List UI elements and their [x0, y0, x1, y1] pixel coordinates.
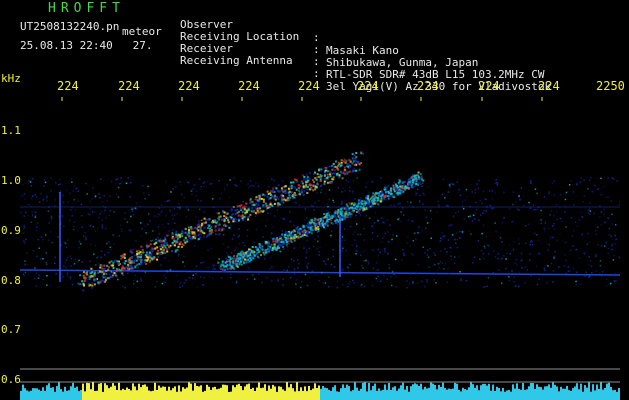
x-tick-label: 224: [298, 79, 320, 93]
x-tick-label: 224: [57, 79, 79, 93]
app-title: HROFFT: [48, 1, 125, 16]
reference-lines: [20, 206, 620, 383]
y-tick-label: 1.0: [1, 174, 21, 187]
x-tick-label: 224: [417, 79, 439, 93]
x-tick-label: 224: [357, 79, 379, 93]
y-tick-label: 0.6: [1, 373, 21, 386]
spectrogram-plot: [20, 97, 620, 400]
x-tick-label: 224: [478, 79, 500, 93]
x-tick-label: 224: [538, 79, 560, 93]
y-tick-label: 0.9: [1, 224, 21, 237]
y-tick-label: 1.1: [1, 124, 21, 137]
antenna-label: Receiving Antenna: [180, 54, 293, 67]
x-tick-label: 224: [238, 79, 260, 93]
station-info: Observer : Masaki Kano Receiving Locatio…: [180, 5, 620, 93]
antenna-row: Receiving Antenna : 3el Yagi(V) Az 330 f…: [180, 41, 551, 93]
y-tick-label: 0.7: [1, 323, 21, 336]
frequency-unit-label: kHz: [1, 72, 21, 85]
x-tick-label: 224: [178, 79, 200, 93]
signal-level-bar: [20, 382, 620, 400]
minute-tick-marks: [61, 97, 543, 101]
file-name: UT2508132240.pn: [20, 20, 120, 33]
y-tick-label: 0.8: [1, 274, 21, 287]
x-tick-label: 2250: [596, 79, 625, 93]
x-tick-label: 224: [118, 79, 140, 93]
noise-band: [20, 177, 620, 289]
observation-datetime: 25.08.13 22:40 27.: [20, 39, 153, 52]
detection-tag: meteor: [122, 25, 162, 38]
